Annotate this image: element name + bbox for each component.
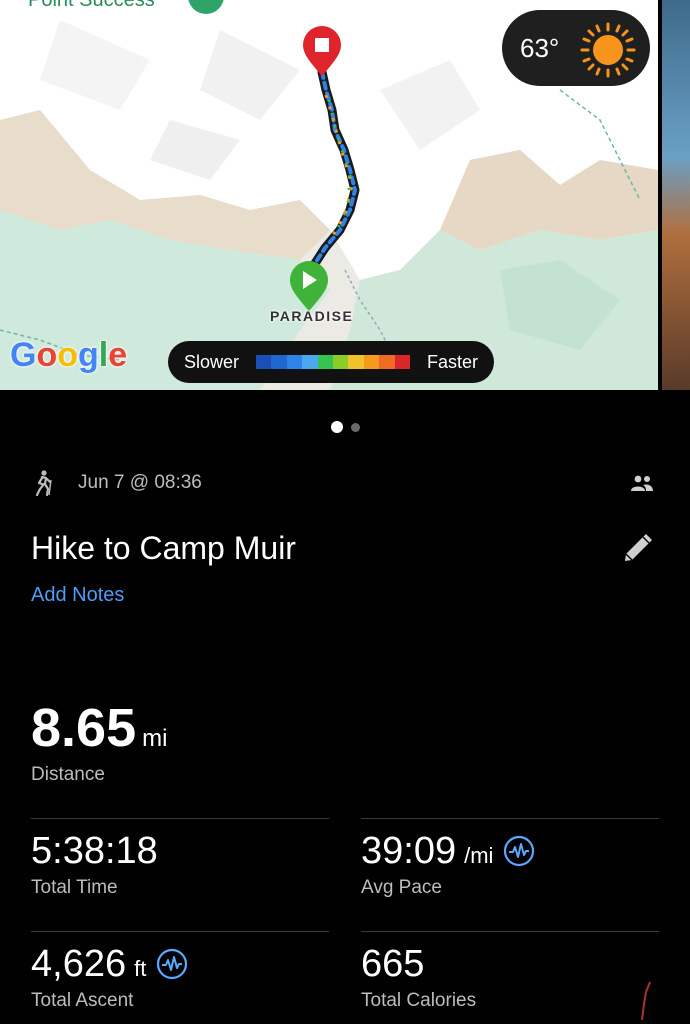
edit-pencil-icon[interactable] <box>622 530 656 564</box>
paradise-label: PARADISE <box>270 308 354 324</box>
total-ascent-label: Total Ascent <box>31 990 134 1011</box>
activity-meta: Jun 7 @ 08:36 <box>32 468 658 498</box>
add-notes-link[interactable]: Add Notes <box>31 584 124 607</box>
speed-color-swatch <box>348 355 364 369</box>
total-calories-value: 665 <box>361 943 425 985</box>
activity-map[interactable]: Point Success PARADISE Google Slower Fas… <box>0 0 658 390</box>
total-time-stat: 5:38:18 <box>31 830 158 873</box>
avg-pace-label: Avg Pace <box>361 877 442 898</box>
speed-color-swatch <box>333 355 349 369</box>
distance-value: 8.65 <box>31 698 137 758</box>
next-photo-peek[interactable] <box>662 0 690 390</box>
total-ascent-stat: 4,626 ft <box>31 943 188 986</box>
total-time-value: 5:38:18 <box>31 830 158 872</box>
total-time-label: Total Time <box>31 877 118 898</box>
edge-artifact <box>641 981 651 1021</box>
speed-color-swatch <box>379 355 395 369</box>
speed-color-swatch <box>256 355 272 369</box>
speed-color-scale <box>256 355 411 369</box>
distance-label: Distance <box>31 764 105 785</box>
speed-color-swatch <box>394 355 411 369</box>
speed-color-swatch <box>302 355 318 369</box>
activity-title: Hike to Camp Muir <box>31 530 296 566</box>
total-ascent-unit: ft <box>134 956 147 981</box>
divider <box>361 818 659 819</box>
google-logo: Google <box>10 336 128 374</box>
total-ascent-value: 4,626 <box>31 943 127 985</box>
speed-color-swatch <box>317 355 334 369</box>
speed-color-swatch <box>286 355 303 369</box>
activity-date: Jun 7 @ 08:36 <box>78 472 202 493</box>
sun-icon <box>580 22 636 78</box>
page-dot-active <box>330 421 343 433</box>
speed-color-swatch <box>271 355 287 369</box>
divider <box>361 931 659 932</box>
people-icon[interactable] <box>630 474 654 492</box>
elevation-chart-icon[interactable] <box>156 948 188 980</box>
divider <box>31 931 329 932</box>
avg-pace-stat: 39:09/mi <box>361 830 535 873</box>
pace-chart-icon[interactable] <box>503 835 535 867</box>
speed-legend: Slower Faster <box>168 341 494 383</box>
distance-unit: mi <box>142 725 168 752</box>
page-indicator <box>0 421 690 433</box>
total-calories-label: Total Calories <box>361 990 477 1011</box>
divider <box>31 818 329 819</box>
temperature: 63° <box>520 32 560 63</box>
point-success-label: Point Success <box>28 0 155 11</box>
slower-label: Slower <box>184 351 240 372</box>
page-dot <box>350 423 360 432</box>
speed-color-swatch <box>363 355 380 369</box>
distance-stat: 8.65 mi <box>31 697 167 759</box>
total-calories-stat: 665 <box>361 943 424 986</box>
avg-pace-value: 39:09 <box>361 830 457 872</box>
faster-label: Faster <box>426 351 478 372</box>
avg-pace-unit: /mi <box>464 843 494 868</box>
hiking-icon <box>35 470 52 496</box>
weather-badge[interactable]: 63° <box>502 10 650 86</box>
